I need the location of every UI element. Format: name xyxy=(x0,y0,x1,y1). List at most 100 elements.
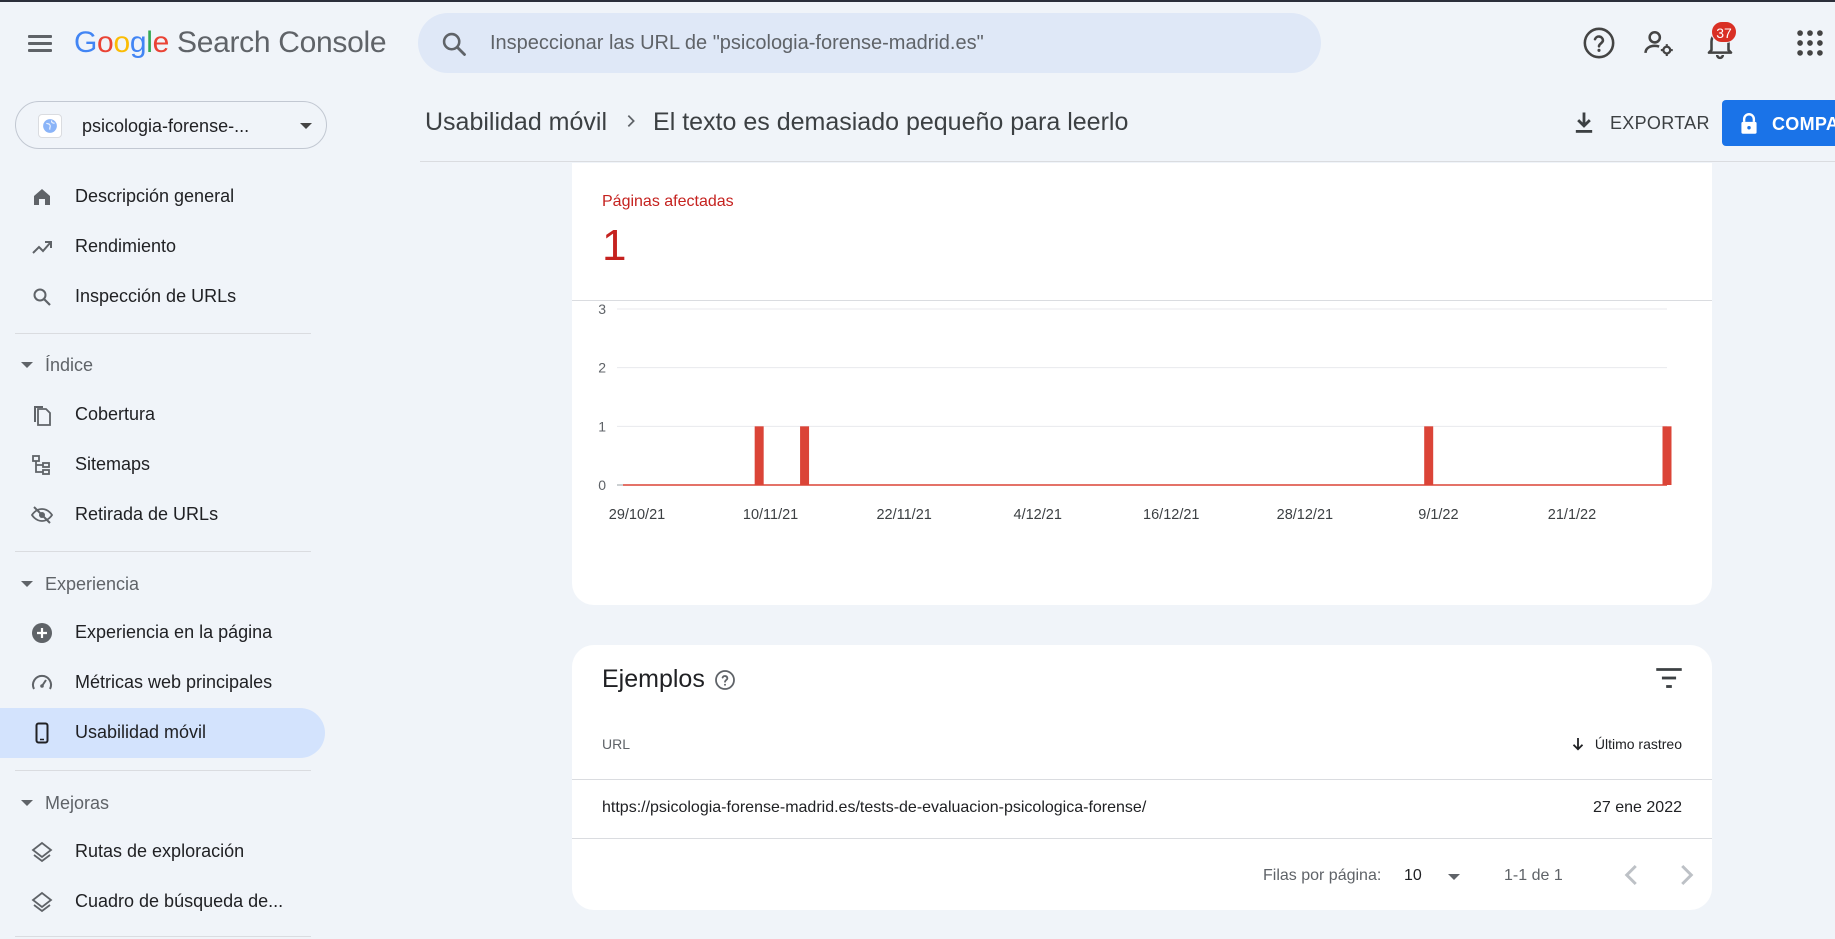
x-tick-label: 10/11/21 xyxy=(743,507,798,523)
row-last-crawl: 27 ene 2022 xyxy=(1593,799,1682,816)
chart-bar xyxy=(1424,426,1434,485)
sidebar-item-label: Descripción general xyxy=(75,186,235,206)
examples-title: Ejemplos xyxy=(602,665,705,693)
chart-bar xyxy=(754,426,764,485)
sidebar-item-performance[interactable]: Rendimiento xyxy=(0,222,325,272)
layers-icon xyxy=(31,891,53,913)
x-tick-label: 9/1/22 xyxy=(1418,507,1458,523)
sidebar-item-label: Inspección de URLs xyxy=(75,286,237,306)
collapse-caret-icon xyxy=(21,362,33,368)
apps-grid-icon[interactable] xyxy=(1793,26,1827,60)
sidebar-item-label: Usabilidad móvil xyxy=(75,722,207,742)
sidebar-item-label: Experiencia en la página xyxy=(75,622,273,642)
search-input[interactable] xyxy=(490,27,1290,59)
previous-page-icon[interactable] xyxy=(1614,857,1650,893)
column-header-last-crawl[interactable]: Último rastreo xyxy=(1572,736,1682,752)
search-icon xyxy=(442,32,466,56)
page-title: El texto es demasiado pequeño para leerl… xyxy=(653,108,1129,136)
sidebar-divider xyxy=(15,770,311,771)
sidebar-item-label: Cobertura xyxy=(75,404,156,424)
row-url: https://psicologia-forense-madrid.es/tes… xyxy=(602,799,1147,816)
sidebar-item-overview[interactable]: Descripción general xyxy=(0,172,325,222)
sidebar-item-label: Cuadro de búsqueda de... xyxy=(75,891,284,911)
eye-off-icon xyxy=(30,506,54,524)
manage-users-icon[interactable] xyxy=(1642,26,1676,60)
sidebar-item-mobile-usability[interactable]: Usabilidad móvil xyxy=(0,708,325,758)
metric-value: 1 xyxy=(602,221,627,270)
sidebar-item-label: Rutas de exploración xyxy=(75,841,245,861)
collapse-caret-icon xyxy=(21,581,33,587)
dropdown-caret-icon xyxy=(1448,874,1460,880)
y-tick-label: 1 xyxy=(598,418,606,434)
rows-per-page-label: Filas por página: xyxy=(1263,867,1382,884)
speedometer-icon xyxy=(32,674,52,690)
property-name: psicologia-forense-... xyxy=(82,116,250,136)
chevron-right-icon xyxy=(627,115,635,127)
filter-icon[interactable] xyxy=(1652,661,1686,695)
app-name: Search Console xyxy=(176,26,387,59)
sidebar-section-title: Índice xyxy=(45,355,94,375)
summary-metric[interactable]: Páginas afectadas 1 xyxy=(572,163,1712,301)
pagination-range: 1-1 de 1 xyxy=(1504,867,1563,884)
arrow-down-icon xyxy=(1572,738,1583,751)
sidebar-divider xyxy=(15,551,311,552)
sidebar-section-index[interactable]: Índice xyxy=(0,345,310,385)
examples-card: Ejemplos URL Último rastreo https://psic… xyxy=(572,645,1712,910)
affected-pages-chart[interactable]: 0 1 2 3 29/10/21 10/11/21 22/11/21 4/12/21 16/12… xyxy=(572,301,1712,601)
table-divider xyxy=(572,838,1712,839)
sidebar-item-sitelinks-searchbox[interactable]: Cuadro de búsqueda de... xyxy=(0,877,325,927)
sidebar-item-page-experience[interactable]: Experiencia en la página xyxy=(0,608,325,658)
sidebar-item-breadcrumbs[interactable]: Rutas de exploración xyxy=(0,827,325,877)
sidebar-section-experience[interactable]: Experiencia xyxy=(0,564,310,604)
help-icon[interactable] xyxy=(1582,26,1616,60)
top-app-bar: GoogleSearch Console 37 xyxy=(0,2,1835,84)
sidebar-item-url-inspection[interactable]: Inspección de URLs xyxy=(0,272,325,322)
sitemap-icon xyxy=(32,455,50,475)
search-icon xyxy=(33,288,51,306)
breadcrumb: Usabilidad móvil El texto es demasiado pe… xyxy=(425,108,1128,137)
sidebar-item-removals[interactable]: Retirada de URLs xyxy=(0,490,325,540)
sidebar-section-enhancements[interactable]: Mejoras xyxy=(0,783,310,823)
x-tick-label: 21/1/22 xyxy=(1548,507,1596,523)
menu-icon xyxy=(28,35,52,38)
x-tick-label: 29/10/21 xyxy=(609,507,665,523)
next-page-icon[interactable] xyxy=(1668,857,1704,893)
rows-per-page-select[interactable]: 10 xyxy=(1404,859,1474,893)
sidebar-divider xyxy=(15,333,311,334)
x-tick-label: 22/11/21 xyxy=(876,507,931,523)
content-divider xyxy=(420,161,1835,162)
lock-icon xyxy=(1741,113,1757,134)
table-row[interactable]: https://psicologia-forense-madrid.es/tes… xyxy=(572,780,1712,838)
sidebar-item-coverage[interactable]: Cobertura xyxy=(0,390,325,440)
x-tick-label: 28/12/21 xyxy=(1277,507,1333,523)
chart-bar xyxy=(1662,426,1672,485)
sidebar-item-sitemaps[interactable]: Sitemaps xyxy=(0,440,325,490)
breadcrumb-parent-link[interactable]: Usabilidad móvil xyxy=(425,108,607,136)
phone-icon xyxy=(35,722,49,744)
help-icon[interactable] xyxy=(713,668,737,692)
y-tick-label: 2 xyxy=(598,360,606,376)
home-icon xyxy=(34,189,50,205)
sidebar-section-title: Experiencia xyxy=(45,574,140,594)
sidebar-item-label: Métricas web principales xyxy=(75,672,273,692)
file-copy-icon xyxy=(34,406,51,426)
chart-bar xyxy=(800,426,810,485)
property-selector[interactable]: psicologia-forense-... xyxy=(15,101,327,149)
column-header-url: URL xyxy=(602,736,631,752)
search-console-logo[interactable]: Google Search Console xyxy=(74,26,387,60)
y-tick-label: 3 xyxy=(598,301,606,317)
url-inspection-search[interactable] xyxy=(418,13,1321,73)
collapse-caret-icon xyxy=(21,800,33,806)
notifications-badge: 37 xyxy=(1711,21,1737,43)
x-tick-label: 16/12/21 xyxy=(1143,507,1199,523)
download-icon xyxy=(1575,112,1593,133)
metric-label: Páginas afectadas xyxy=(602,193,734,210)
share-button[interactable]: COMPA xyxy=(1722,100,1835,146)
sidebar-item-label: Sitemaps xyxy=(75,454,151,474)
sidebar-item-label: Retirada de URLs xyxy=(75,504,219,524)
globe-icon xyxy=(38,114,62,138)
main-menu-button[interactable] xyxy=(22,28,58,58)
x-tick-label: 4/12/21 xyxy=(1014,507,1062,523)
sidebar-section-title: Mejoras xyxy=(45,793,110,813)
sidebar-item-core-web-vitals[interactable]: Métricas web principales xyxy=(0,658,325,708)
